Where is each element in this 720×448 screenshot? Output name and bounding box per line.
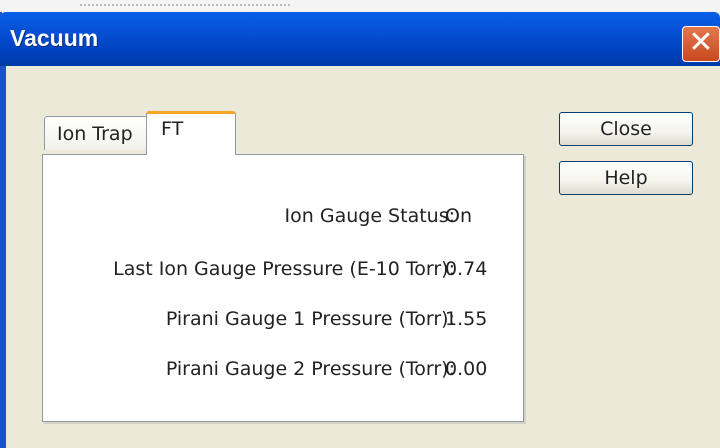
pirani-gauge-2-pressure-value: 0.00	[445, 358, 488, 380]
tab-ft[interactable]: FT	[146, 111, 236, 155]
tab-ion-trap[interactable]: Ion Trap	[44, 116, 152, 150]
window-close-icon[interactable]: ✕	[682, 26, 720, 62]
tab-ion-trap-label: Ion Trap	[57, 123, 133, 145]
tab-panel-ft: Ion Gauge Status: On Last Ion Gauge Pres…	[42, 154, 524, 422]
pirani-gauge-1-pressure-label: Pirani Gauge 1 Pressure (Torr):	[165, 308, 455, 330]
pirani-gauge-2-pressure-label: Pirani Gauge 2 Pressure (Torr):	[165, 358, 455, 380]
ion-gauge-status-value: On	[445, 205, 472, 227]
vacuum-dialog: Vacuum ✕ Ion Trap FT Ion Gauge Status: O…	[0, 12, 720, 448]
pirani-gauge-1-pressure-value: 1.55	[445, 308, 488, 330]
background-fragment	[80, 0, 290, 6]
title-bar[interactable]: Vacuum ✕	[0, 12, 720, 66]
window-left-border	[0, 66, 6, 448]
last-ion-gauge-pressure-label: Last Ion Gauge Pressure (E-10 Torr):	[113, 258, 455, 280]
background-window-edge	[0, 0, 720, 12]
ion-gauge-status-label: Ion Gauge Status:	[284, 205, 455, 227]
tab-ft-label: FT	[161, 118, 184, 140]
close-button[interactable]: Close	[559, 112, 693, 146]
window-title: Vacuum	[10, 25, 99, 51]
last-ion-gauge-pressure-value: 0.74	[445, 258, 488, 280]
help-button[interactable]: Help	[559, 161, 693, 195]
